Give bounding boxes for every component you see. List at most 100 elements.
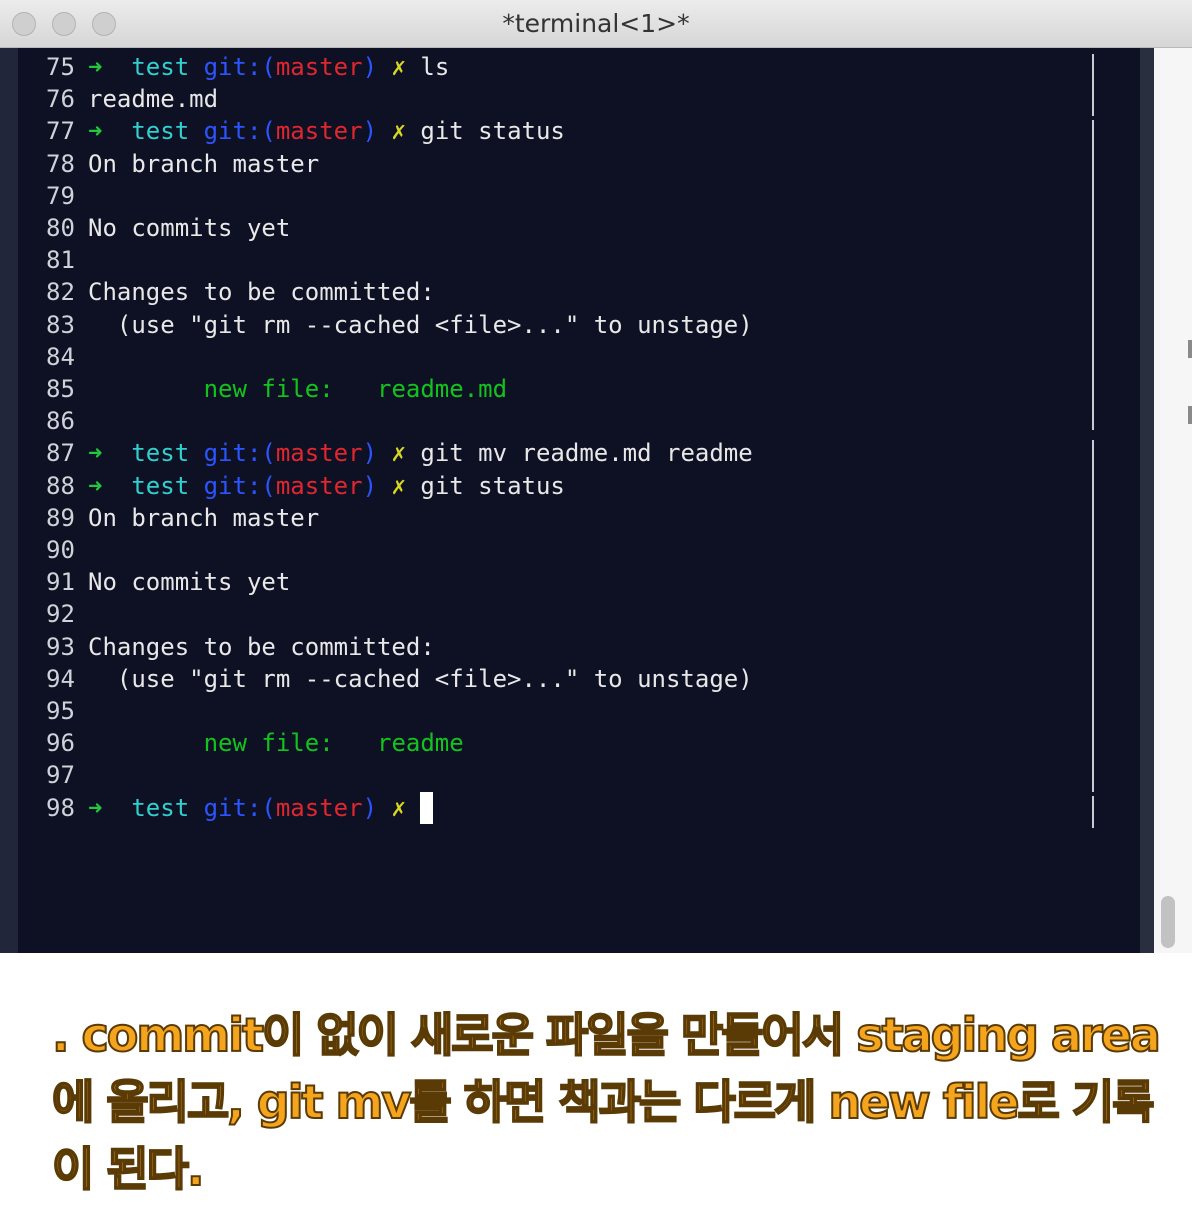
prompt-git-suffix: )	[362, 471, 378, 500]
line-number: 95	[46, 697, 75, 725]
output-text: readme.md	[88, 85, 219, 114]
left-fringe	[0, 48, 18, 953]
terminal-line: 94 (use "git rm --cached <file>..." to u…	[18, 663, 1068, 695]
output-text: No commits yet	[88, 568, 291, 597]
prompt-git-suffix: )	[362, 117, 378, 146]
dirty-marker-icon: ✗	[391, 471, 406, 500]
command-text: ls	[420, 53, 450, 81]
prompt-git-suffix: )	[362, 793, 378, 822]
output-text: Changes to be committed:	[88, 632, 435, 661]
dirty-marker-icon: ✗	[391, 439, 406, 468]
line-number: 92	[46, 600, 75, 629]
fill-column-indicator	[1092, 796, 1094, 828]
line-content: (use "git rm --cached <file>..." to unst…	[88, 309, 753, 341]
prompt-directory: test	[131, 117, 190, 146]
line-number: 90	[46, 536, 75, 564]
terminal-line: 83 (use "git rm --cached <file>..." to u…	[18, 309, 1068, 341]
title-bar: *terminal<1>*	[0, 0, 1192, 48]
line-content: Changes to be committed:	[88, 631, 435, 663]
prompt-directory: test	[131, 471, 190, 500]
caption-line: 이 된다.	[51, 1141, 205, 1197]
terminal-buffer[interactable]: 75 ➜ test git:(master) ✗ ls 76 readme.md 77 ➜…	[18, 48, 1140, 953]
new-file-name: readme.md	[377, 375, 508, 403]
terminal-line: 84	[18, 341, 1068, 373]
prompt-git-prefix: git:(	[203, 439, 276, 468]
prompt-git-prefix: git:(	[203, 117, 276, 146]
terminal-line: 86	[18, 405, 1068, 437]
line-content: ➜ test git:(master) ✗	[88, 791, 434, 824]
dirty-marker-icon: ✗	[391, 53, 406, 81]
caption-line: . commit이 없이 새로운 파일을 만들어서 staging area	[51, 1007, 1162, 1063]
line-content: ➜ test git:(master) ✗ git status	[88, 470, 565, 502]
prompt-arrow-icon: ➜	[88, 439, 103, 468]
prompt-directory: test	[131, 793, 190, 822]
line-content: No commits yet	[88, 566, 290, 598]
output-text: On branch master	[88, 503, 320, 532]
prompt-directory: test	[131, 53, 190, 81]
command-text: git status	[420, 117, 565, 146]
line-content: new file: readme.md	[88, 373, 507, 405]
new-file-name: readme	[377, 729, 464, 758]
terminal-line: 82 Changes to be committed:	[18, 276, 1068, 308]
prompt-branch: master	[275, 117, 363, 146]
scroll-marker	[1188, 340, 1192, 358]
output-text: On branch master	[88, 149, 320, 178]
terminal-line: 81	[18, 244, 1068, 276]
terminal-line: 79	[18, 180, 1068, 212]
terminal-line: 75 ➜ test git:(master) ✗ ls	[18, 51, 1068, 83]
prompt-branch: master	[275, 53, 363, 81]
line-number: 86	[46, 407, 75, 436]
line-number: 79	[46, 181, 75, 210]
terminal-line: 88 ➜ test git:(master) ✗ git status	[18, 470, 1068, 502]
terminal-line: 85 new file: readme.md	[18, 373, 1068, 405]
prompt-git-prefix: git:(	[203, 471, 276, 500]
output-text: (use "git rm --cached <file>..." to unst…	[88, 310, 753, 339]
fill-column-indicator	[1092, 120, 1094, 430]
text-cursor	[420, 791, 434, 824]
terminal-line: 80 No commits yet	[18, 212, 1068, 244]
output-text: (use "git rm --cached <file>..." to unst…	[88, 664, 753, 693]
terminal-line: 89 On branch master	[18, 502, 1068, 534]
line-content: new file: readme	[88, 727, 464, 759]
terminal-line: 97	[18, 759, 1068, 791]
line-number: 81	[46, 246, 75, 275]
output-text: Changes to be committed:	[88, 278, 435, 307]
new-file-label: new file:	[203, 375, 334, 403]
terminal-line: 95	[18, 695, 1068, 727]
line-number: 84	[46, 342, 75, 371]
fill-column-indicator	[1092, 472, 1094, 792]
prompt-git-prefix: git:(	[203, 793, 276, 822]
terminal-line: 92	[18, 598, 1068, 630]
line-content: ➜ test git:(master) ✗ ls	[88, 51, 449, 83]
line-content: Changes to be committed:	[88, 276, 435, 308]
scrollbar[interactable]	[1154, 48, 1192, 953]
terminal-line: 91 No commits yet	[18, 566, 1068, 598]
prompt-branch: master	[275, 439, 363, 468]
window-title: *terminal<1>*	[502, 9, 690, 38]
prompt-arrow-icon: ➜	[88, 53, 103, 81]
line-number: 97	[46, 761, 75, 790]
fill-column-indicator	[1092, 54, 1094, 116]
scrollbar-thumb[interactable]	[1161, 896, 1175, 948]
line-content: (use "git rm --cached <file>..." to unst…	[88, 663, 753, 695]
prompt-git-suffix: )	[362, 439, 378, 468]
dirty-marker-icon: ✗	[391, 793, 406, 822]
prompt-branch: master	[275, 793, 363, 822]
terminal-line: 76 readme.md	[18, 83, 1068, 115]
prompt-branch: master	[275, 471, 363, 500]
terminal-line: 93 Changes to be committed:	[18, 631, 1068, 663]
terminal-line: 90	[18, 534, 1068, 566]
prompt-git-prefix: git:(	[203, 53, 276, 81]
terminal-line: 77 ➜ test git:(master) ✗ git status	[18, 115, 1068, 147]
prompt-directory: test	[131, 439, 190, 468]
output-text: No commits yet	[88, 214, 291, 242]
right-fringe	[1140, 48, 1154, 953]
prompt-git-suffix: )	[362, 53, 378, 81]
prompt-arrow-icon: ➜	[88, 471, 103, 500]
new-file-label: new file:	[203, 729, 334, 758]
command-text: git status	[420, 471, 565, 500]
dirty-marker-icon: ✗	[391, 117, 406, 146]
prompt-arrow-icon: ➜	[88, 793, 103, 822]
